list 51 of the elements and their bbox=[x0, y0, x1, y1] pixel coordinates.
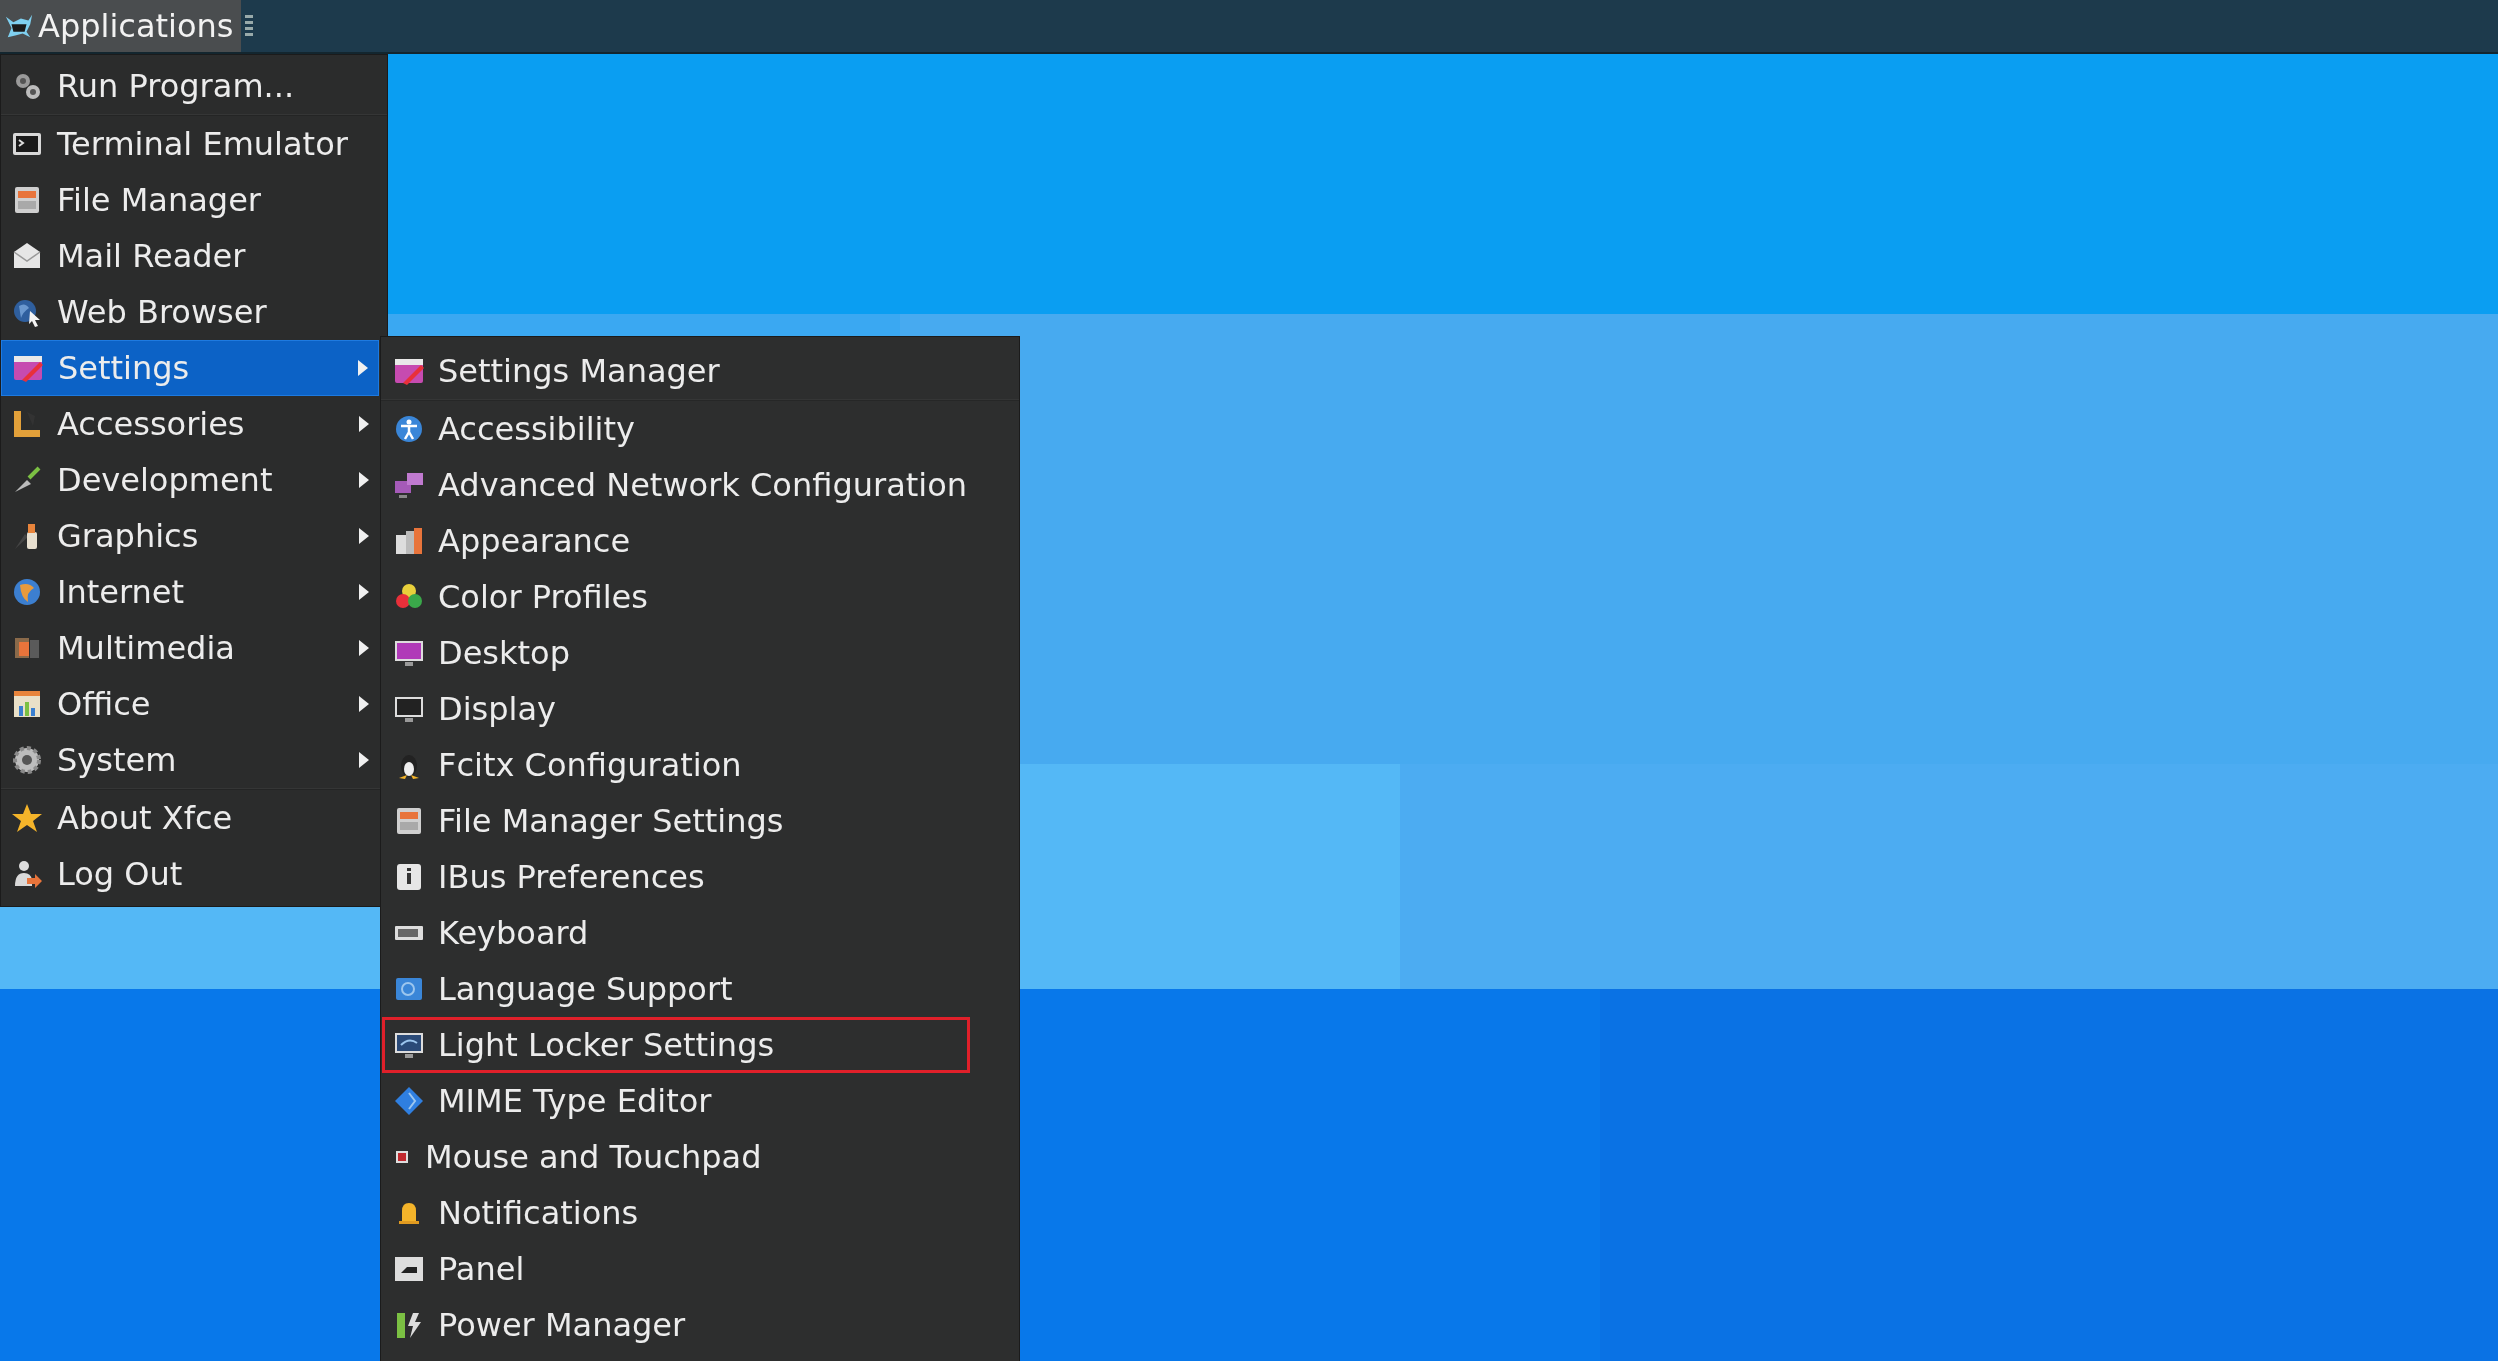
accessibility-icon bbox=[393, 413, 425, 445]
menu-item[interactable]: IBus Preferences bbox=[381, 849, 1019, 905]
menu-item[interactable]: Accessibility bbox=[381, 401, 1019, 457]
menu-item[interactable]: Notifications bbox=[381, 1185, 1019, 1241]
menu-item[interactable]: MIME Type Editor bbox=[381, 1073, 1019, 1129]
settings-icon bbox=[11, 744, 43, 776]
menu-item[interactable]: Mail Reader bbox=[1, 228, 379, 284]
menu-item[interactable]: Keyboard bbox=[381, 905, 1019, 961]
menu-item[interactable]: Internet bbox=[1, 564, 379, 620]
menu-item[interactable]: File Manager bbox=[1, 172, 379, 228]
menu-item[interactable]: Multimedia bbox=[1, 620, 379, 676]
menu-item[interactable]: Office bbox=[1, 676, 379, 732]
menu-item[interactable]: About Xfce bbox=[1, 790, 379, 846]
menu-item[interactable]: Settings Manager bbox=[381, 343, 1019, 399]
menu-item[interactable]: Development bbox=[1, 452, 379, 508]
square-icon bbox=[395, 1150, 409, 1164]
menu-item[interactable]: Log Out bbox=[1, 846, 379, 902]
arrow-icon bbox=[359, 584, 369, 600]
chart-icon bbox=[11, 688, 43, 720]
menu-item[interactable]: Power Manager bbox=[381, 1297, 1019, 1353]
menu-item[interactable]: Mouse and Touchpad bbox=[381, 1129, 1019, 1185]
menu-item[interactable]: Fcitx Configuration bbox=[381, 737, 1019, 793]
arrow-icon bbox=[359, 416, 369, 432]
menu-item[interactable]: Run Program... bbox=[1, 58, 379, 114]
menu-item[interactable]: Web Browser bbox=[1, 284, 379, 340]
globe-icon bbox=[11, 576, 43, 608]
menu-item[interactable]: Appearance bbox=[381, 513, 1019, 569]
menu-item[interactable]: Display bbox=[381, 681, 1019, 737]
menu-item[interactable]: Language Support bbox=[381, 961, 1019, 1017]
arrow-icon bbox=[359, 472, 369, 488]
grip-icon[interactable] bbox=[245, 15, 254, 37]
menu-item[interactable]: Terminal Emulator bbox=[1, 116, 379, 172]
applications-button[interactable]: Applications bbox=[0, 0, 242, 52]
star-icon bbox=[11, 802, 43, 834]
menu-item[interactable]: Graphics bbox=[1, 508, 379, 564]
arrow-icon bbox=[359, 752, 369, 768]
arrow-icon bbox=[359, 640, 369, 656]
arrow-icon bbox=[358, 360, 368, 376]
menu-item[interactable]: Desktop bbox=[381, 625, 1019, 681]
menu-item[interactable]: Settings bbox=[1, 340, 379, 396]
menu-item[interactable]: File Manager Settings bbox=[381, 793, 1019, 849]
menu-item[interactable]: Accessories bbox=[1, 396, 379, 452]
diamond-icon bbox=[393, 1085, 425, 1117]
arrow-icon bbox=[359, 528, 369, 544]
menu-item[interactable]: Light Locker Settings bbox=[381, 1017, 1019, 1073]
menu-item[interactable]: Color Profiles bbox=[381, 569, 1019, 625]
menu-item[interactable]: Panel bbox=[381, 1241, 1019, 1297]
arrow-icon bbox=[359, 696, 369, 712]
ruler-icon bbox=[11, 408, 43, 440]
menu-item[interactable]: System bbox=[1, 732, 379, 788]
menu-item[interactable]: Advanced Network Configuration bbox=[381, 457, 1019, 513]
